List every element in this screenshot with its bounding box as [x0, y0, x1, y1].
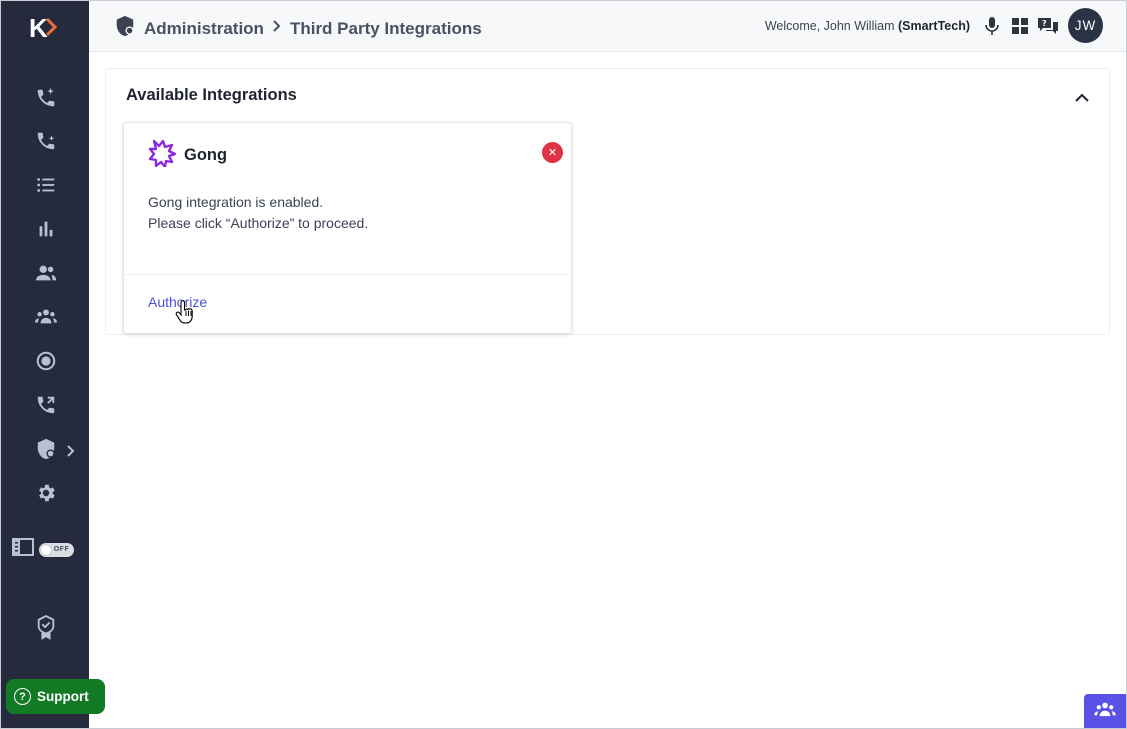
integration-name: Gong — [184, 146, 228, 164]
gong-logo-icon — [148, 139, 177, 172]
nav-call-insights[interactable] — [32, 129, 60, 157]
hand-cursor-icon — [175, 300, 195, 324]
breadcrumb-third-party: Third Party Integrations — [289, 18, 482, 38]
nav-call-routing[interactable] — [32, 393, 60, 421]
svg-text:?: ? — [1042, 19, 1047, 28]
users-icon — [35, 262, 57, 289]
svg-text:K: K — [29, 13, 48, 42]
breadcrumb: Administration Third Party Integrations — [114, 15, 482, 42]
support-label: Support — [37, 689, 89, 704]
sidebar: K OFF — [0, 0, 89, 729]
app-logo[interactable]: K — [28, 12, 62, 43]
call-forward-icon — [35, 394, 57, 421]
nav-users[interactable] — [32, 261, 60, 289]
card-header: Gong — [148, 139, 227, 172]
off-toggle[interactable]: OFF — [39, 542, 74, 557]
admin-shield-icon — [114, 15, 136, 42]
toggle-label: OFF — [53, 544, 69, 553]
nav-settings[interactable] — [32, 481, 60, 509]
chat-help-icon[interactable]: ? — [1036, 14, 1060, 38]
breadcrumb-administration[interactable]: Administration — [144, 19, 264, 39]
ai-call-icon — [35, 87, 57, 114]
chevron-right-icon[interactable] — [64, 442, 78, 460]
call-sparkle-icon — [35, 130, 57, 157]
nav-list[interactable] — [32, 173, 60, 201]
card-divider — [124, 274, 571, 275]
bar-chart-icon — [35, 218, 57, 245]
admin-shield-icon — [35, 438, 57, 465]
microphone-icon[interactable] — [980, 14, 1004, 38]
groups-icon — [1094, 701, 1116, 722]
welcome-user: Welcome, John William — [764, 18, 898, 33]
top-header: Administration Third Party Integrations … — [89, 0, 1127, 52]
welcome-text: Welcome, John William (SmartTech) — [765, 19, 970, 33]
record-icon — [35, 350, 57, 377]
apps-grid-icon[interactable] — [1008, 14, 1032, 38]
description-line-2: Please click “Authorize” to proceed. — [148, 215, 369, 231]
support-button[interactable]: ? Support — [6, 679, 105, 714]
toggle-knob — [41, 544, 51, 555]
badge-check-icon — [35, 614, 57, 647]
gear-icon — [35, 482, 57, 509]
panel-title: Available Integrations — [126, 86, 297, 104]
groups-icon — [35, 306, 57, 333]
help-icon: ? — [14, 688, 31, 705]
description-line-1: Gong integration is enabled. — [148, 194, 324, 210]
nav-ai-calls[interactable] — [32, 86, 60, 114]
nav-reports[interactable] — [32, 217, 60, 245]
nav-administration[interactable] — [32, 437, 60, 465]
nav-certification[interactable] — [32, 614, 60, 646]
close-icon[interactable]: ✕ — [542, 142, 563, 163]
nav-recordings[interactable] — [32, 349, 60, 377]
user-avatar[interactable]: JW — [1068, 8, 1103, 43]
list-icon — [35, 174, 57, 201]
integrations-panel: Available Integrations Gong ✕ Gong integ… — [105, 68, 1110, 335]
panel-toggle-row: OFF — [12, 538, 74, 561]
chevron-up-icon[interactable] — [1073, 89, 1091, 107]
welcome-org: (SmartTech) — [897, 18, 970, 33]
header-actions: Welcome, John William (SmartTech) ? JW — [765, 8, 1103, 43]
chevron-right-icon — [272, 19, 282, 38]
sidebar-panel-icon — [12, 538, 34, 561]
nav-teams[interactable] — [32, 305, 60, 333]
team-chat-button[interactable] — [1084, 694, 1126, 728]
integration-description: Gong integration is enabled. Please clic… — [148, 192, 368, 234]
